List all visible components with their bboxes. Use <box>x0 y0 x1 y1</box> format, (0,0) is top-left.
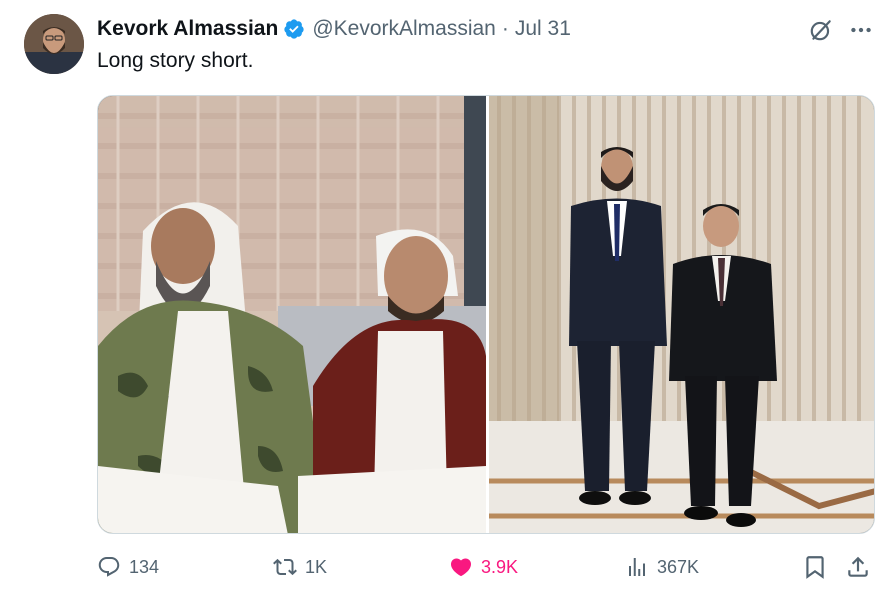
tweet-text: Long story short. <box>97 49 254 72</box>
views-button[interactable]: 367K <box>625 552 699 582</box>
retweet-count: 1K <box>305 556 328 577</box>
more-icon[interactable] <box>848 17 874 43</box>
views-count: 367K <box>657 556 700 577</box>
avatar-image <box>24 14 84 74</box>
tweet-media[interactable] <box>97 95 875 534</box>
like-button[interactable]: 3.9K <box>449 552 518 582</box>
tweet-date[interactable]: Jul 31 <box>515 17 571 41</box>
photo-right-image <box>489 96 874 533</box>
grok-icon[interactable] <box>808 17 834 43</box>
heart-icon <box>450 558 472 577</box>
retweet-icon <box>273 558 297 576</box>
share-icon <box>848 556 868 577</box>
photo-left[interactable] <box>98 96 486 533</box>
photo-right[interactable] <box>489 96 874 533</box>
author-name[interactable]: Kevork Almassian <box>97 17 278 41</box>
retweet-button[interactable]: 1K <box>273 552 327 582</box>
verified-badge-icon <box>284 19 304 39</box>
like-count: 3.9K <box>481 556 519 577</box>
author-handle[interactable]: @KevorkAlmassian <box>312 17 496 41</box>
bookmark-button[interactable] <box>802 552 828 582</box>
avatar[interactable] <box>24 14 84 74</box>
views-icon <box>629 558 645 576</box>
tweet: Kevork Almassian @KevorkAlmassian · Jul … <box>0 0 895 603</box>
reply-count: 134 <box>129 556 160 577</box>
action-bar: 134 1K 3.9K 367K <box>97 552 875 582</box>
bookmark-icon <box>806 556 824 579</box>
reply-icon <box>98 557 120 577</box>
reply-button[interactable]: 134 <box>97 552 159 582</box>
separator-dot: · <box>501 17 509 40</box>
photo-left-image <box>98 96 486 533</box>
share-button[interactable] <box>845 552 871 582</box>
tweet-header: Kevork Almassian @KevorkAlmassian · Jul … <box>97 15 571 43</box>
